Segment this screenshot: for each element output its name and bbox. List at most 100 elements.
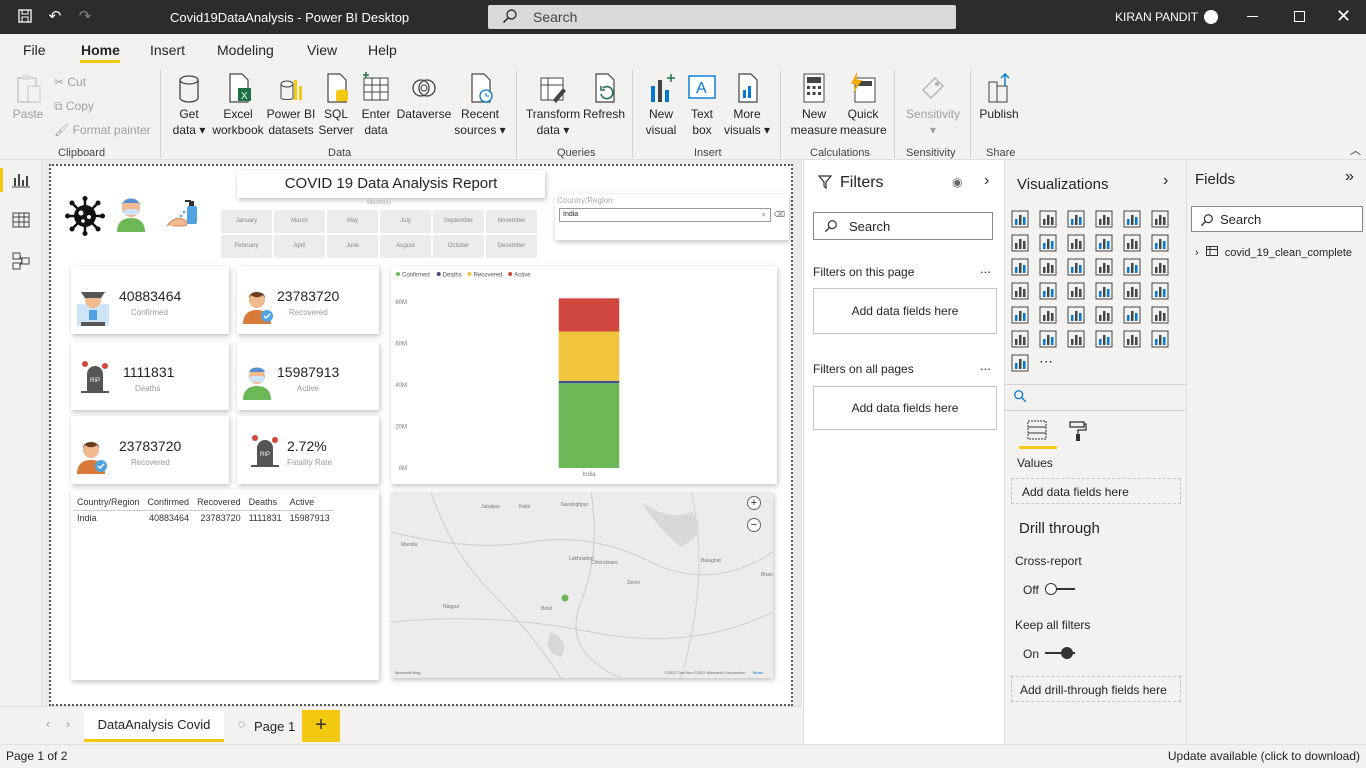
ribbon-chart-icon[interactable] [1151,234,1169,252]
more-options-icon[interactable]: ... [980,358,991,373]
month-slicer-item[interactable]: October [433,235,484,258]
collapse-ribbon-icon[interactable]: ︿ [1350,142,1361,158]
excel-workbook-button[interactable]: X Excel workbook [210,72,266,138]
table-header-cell[interactable]: Confirmed [143,494,194,511]
stacked-area-icon[interactable] [1067,234,1085,252]
key-influencers-icon[interactable] [1151,306,1169,324]
add-page-button[interactable]: + [302,710,340,742]
line-chart-icon[interactable] [1011,234,1029,252]
slicer-icon[interactable] [1011,306,1029,324]
line-column-icon[interactable] [1095,234,1113,252]
search-icon[interactable] [1013,389,1027,403]
map-terms-link[interactable]: Terms [752,670,763,675]
power-bi-datasets-button[interactable]: Power BI datasets [266,72,316,138]
eye-icon[interactable]: ◉ [952,175,962,189]
eraser-icon[interactable]: ⌫ [774,210,785,219]
month-slicer-item[interactable]: September [433,210,484,233]
month-slicer-item[interactable]: August [380,235,431,258]
country-slicer[interactable]: Country/Region India ⌕ ⌫ [555,194,789,240]
month-slicer-item[interactable]: January [221,210,272,233]
close-button[interactable]: ✕ [1336,6,1351,27]
decomposition-tree-icon[interactable] [1011,330,1029,348]
matrix-icon[interactable] [1067,306,1085,324]
power-automate-icon[interactable] [1011,354,1029,372]
month-slicer-item[interactable]: November [486,210,537,233]
menu-insert[interactable]: Insert [150,42,185,58]
tab-scroll-left-icon[interactable]: ‹ [46,717,50,731]
fields-well-icon[interactable] [1027,420,1047,442]
new-measure-button[interactable]: New measure [788,72,840,138]
cut-button[interactable]: ✂ Cut [54,74,86,90]
card-icon[interactable] [1095,282,1113,300]
r-visual-icon[interactable] [1095,306,1113,324]
double-chevron-right-icon[interactable]: » [1345,168,1354,186]
kpi-card-active[interactable]: 15987913 Active [237,342,379,410]
100-column-icon[interactable] [1151,210,1169,228]
paginated-icon[interactable] [1095,330,1113,348]
kpi-card-fatality-rate[interactable]: RIP 2.72% Fatality Rate [237,416,379,484]
avatar[interactable] [1204,10,1218,24]
drill-through-dropzone[interactable]: Add drill-through fields here [1011,676,1181,702]
data-view-icon[interactable] [12,212,30,228]
paint-roller-icon[interactable] [1069,420,1087,442]
month-slicer-item[interactable]: June [327,235,378,258]
gauge-icon[interactable] [1067,282,1085,300]
kpi-card-deaths[interactable]: RIP 1111831 Deaths [71,342,229,410]
table-row[interactable]: India 40883464 23783720 1111831 15987913 [73,510,334,526]
sensitivity-button[interactable]: Sensitivity ▾ [902,72,964,138]
more-visuals-button[interactable]: More visuals ▾ [722,72,772,138]
month-slicer-item[interactable]: April [274,235,325,258]
area-chart-icon[interactable] [1039,234,1057,252]
month-slicer-item[interactable]: May [327,210,378,233]
report-view-icon[interactable] [12,172,30,188]
waterfall-icon[interactable] [1011,258,1029,276]
kpi-icon[interactable] [1151,282,1169,300]
more-icon[interactable]: ⋯ [1039,354,1057,372]
month-slicer[interactable]: Month(s) January March May July September Nov… [221,200,537,258]
text-box-button[interactable]: A Text box [682,72,722,138]
minimize-button[interactable] [1247,16,1258,17]
get-data-button[interactable]: Get data ▾ [168,72,210,138]
data-table-visual[interactable]: Country/Region Confirmed Recovered Deaths Ac… [71,490,379,680]
redo-icon[interactable]: ↷ [76,8,94,26]
save-icon[interactable] [16,8,34,26]
month-slicer-item[interactable]: March [274,210,325,233]
restore-button[interactable] [1294,11,1305,22]
month-slicer-item[interactable]: February [221,235,272,258]
clustered-column-icon[interactable] [1095,210,1113,228]
treemap-icon[interactable] [1151,258,1169,276]
update-available-link[interactable]: Update available (click to download) [1168,749,1360,763]
recent-sources-button[interactable]: Recent sources ▾ [452,72,508,138]
chevron-right-icon[interactable]: › [1163,172,1168,190]
stacked-bar-icon[interactable] [1011,210,1029,228]
power-apps-icon[interactable] [1151,330,1169,348]
title-search-input[interactable]: Search [488,5,956,29]
paste-button[interactable]: Paste [8,72,48,122]
multi-row-card-icon[interactable] [1123,282,1141,300]
new-visual-button[interactable]: New visual [640,72,682,138]
undo-icon[interactable]: ↶ [46,8,64,26]
menu-modeling[interactable]: Modeling [217,42,274,58]
publish-button[interactable]: Publish [976,72,1022,122]
report-title[interactable]: COVID 19 Data Analysis Report [237,170,545,198]
menu-file[interactable]: File [23,42,46,58]
menu-home[interactable]: Home [81,42,120,58]
table-header-cell[interactable]: Active [285,494,334,511]
azure-map-icon[interactable] [1123,330,1141,348]
table-header-cell[interactable]: Country/Region [73,494,144,511]
map-zoom-in-button[interactable]: + [747,496,761,510]
transform-data-button[interactable]: Transform data ▾ [524,72,582,138]
model-view-icon[interactable] [12,252,30,270]
user-name[interactable]: KIRAN PANDIT [1115,10,1198,24]
fields-search-input[interactable]: Search [1191,206,1363,232]
table-icon[interactable] [1039,306,1057,324]
filters-all-dropzone[interactable]: Add data fields here [813,386,997,430]
smart-narrative-icon[interactable] [1067,330,1085,348]
tab-dataanalysis-covid[interactable]: DataAnalysis Covid [84,710,224,742]
table-header-cell[interactable]: Recovered [193,494,245,511]
values-dropzone[interactable]: Add data fields here [1011,478,1181,504]
sql-server-button[interactable]: SQL Server [316,72,356,138]
tab-scroll-right-icon[interactable]: › [66,717,70,731]
donut-icon[interactable] [1123,258,1141,276]
funnel-icon[interactable] [1039,258,1057,276]
